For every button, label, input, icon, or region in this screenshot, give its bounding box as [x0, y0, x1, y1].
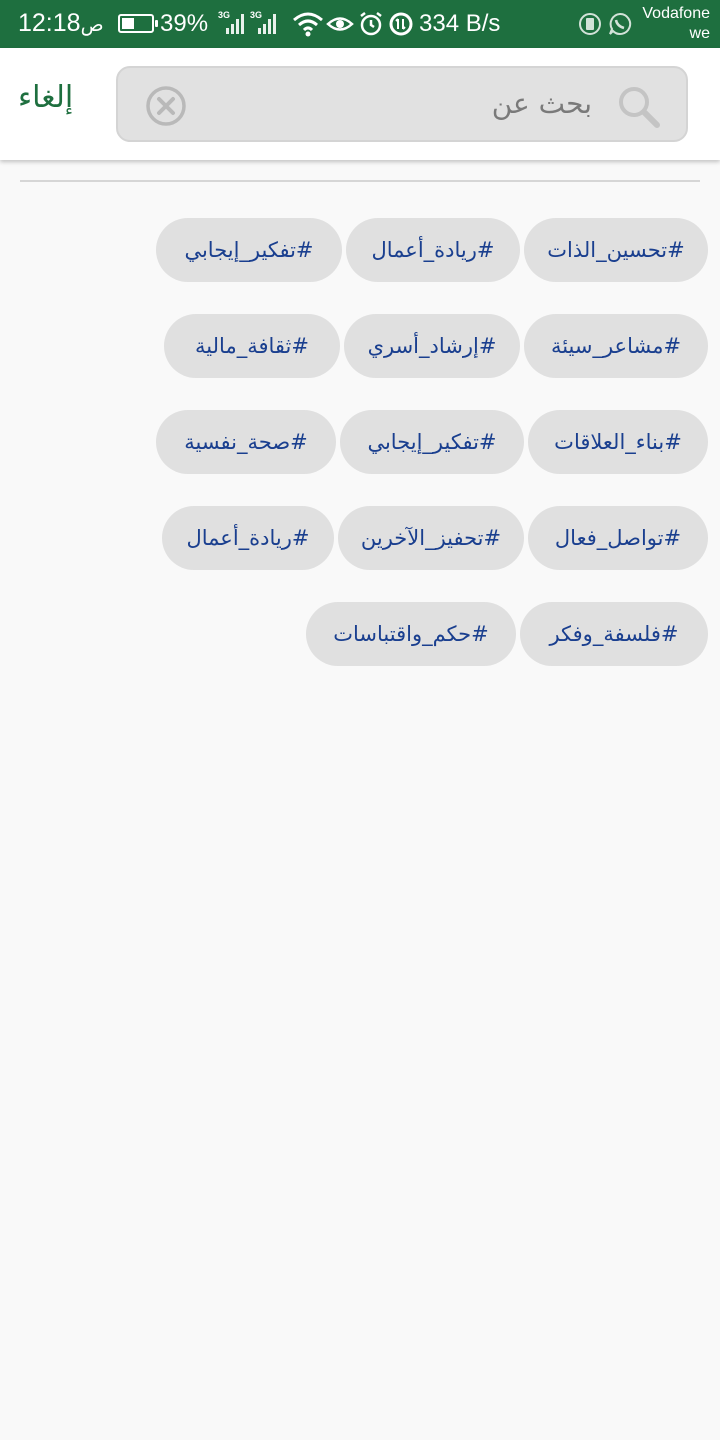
hashtag-chip[interactable]: #إرشاد_أسري: [344, 314, 520, 378]
battery-percent: 39%: [160, 10, 209, 37]
hashtag-list: #تحسين_الذات #ريادة_أعمال #تفكير_إيجابي #مش…: [0, 218, 720, 698]
battery-icon: [118, 14, 158, 33]
alarm-icon: [360, 12, 382, 36]
signal-3g-icon: 3G: [218, 10, 244, 34]
hashtag-chip[interactable]: #تفكير_إيجابي: [156, 218, 342, 282]
eye-icon: [326, 17, 354, 31]
hashtag-row: #فلسفة_وفكر #حكم_واقتباسات: [0, 602, 720, 666]
hashtag-chip[interactable]: #ريادة_أعمال: [346, 218, 520, 282]
search-input[interactable]: بحث عن: [116, 66, 688, 142]
hashtag-chip[interactable]: #صحة_نفسية: [156, 410, 336, 474]
hashtag-row: #تحسين_الذات #ريادة_أعمال #تفكير_إيجابي: [0, 218, 720, 282]
wifi-icon: [293, 12, 323, 37]
data-saver-icon: [389, 12, 413, 36]
search-placeholder: بحث عن: [491, 87, 592, 120]
sim-icon: [579, 13, 601, 35]
hashtag-chip[interactable]: #تفكير_إيجابي: [340, 410, 524, 474]
hashtag-chip[interactable]: #بناء_العلاقات: [528, 410, 708, 474]
search-header: إلغاء بحث عن: [0, 48, 720, 160]
carrier-name: Vodafone we: [642, 5, 710, 42]
hashtag-chip[interactable]: #تحفيز_الآخرين: [338, 506, 524, 570]
network-speed: 334 B/s: [419, 10, 501, 37]
hashtag-row: #بناء_العلاقات #تفكير_إيجابي #صحة_نفسية: [0, 410, 720, 474]
hashtag-chip[interactable]: #ريادة_أعمال: [162, 506, 334, 570]
hashtag-chip[interactable]: #تحسين_الذات: [524, 218, 708, 282]
search-icon: [619, 87, 660, 128]
hashtag-chip[interactable]: #تواصل_فعال: [528, 506, 708, 570]
status-bar: ص12:18 39% 3G 3G 334 B/s Vodafone we: [0, 0, 720, 48]
hashtag-row: #مشاعر_سيئة #إرشاد_أسري #ثقافة_مالية: [0, 314, 720, 378]
clear-icon[interactable]: [144, 84, 188, 128]
signal-3g-icon: 3G: [250, 10, 276, 34]
divider: [20, 180, 700, 182]
cancel-button[interactable]: إلغاء: [18, 78, 73, 118]
whatsapp-icon: [609, 12, 632, 35]
hashtag-chip[interactable]: #ثقافة_مالية: [164, 314, 340, 378]
hashtag-chip[interactable]: #مشاعر_سيئة: [524, 314, 708, 378]
hashtag-row: #تواصل_فعال #تحفيز_الآخرين #ريادة_أعمال: [0, 506, 720, 570]
status-time: ص12:18: [18, 9, 104, 37]
hashtag-chip[interactable]: #فلسفة_وفكر: [520, 602, 708, 666]
hashtag-chip[interactable]: #حكم_واقتباسات: [306, 602, 516, 666]
